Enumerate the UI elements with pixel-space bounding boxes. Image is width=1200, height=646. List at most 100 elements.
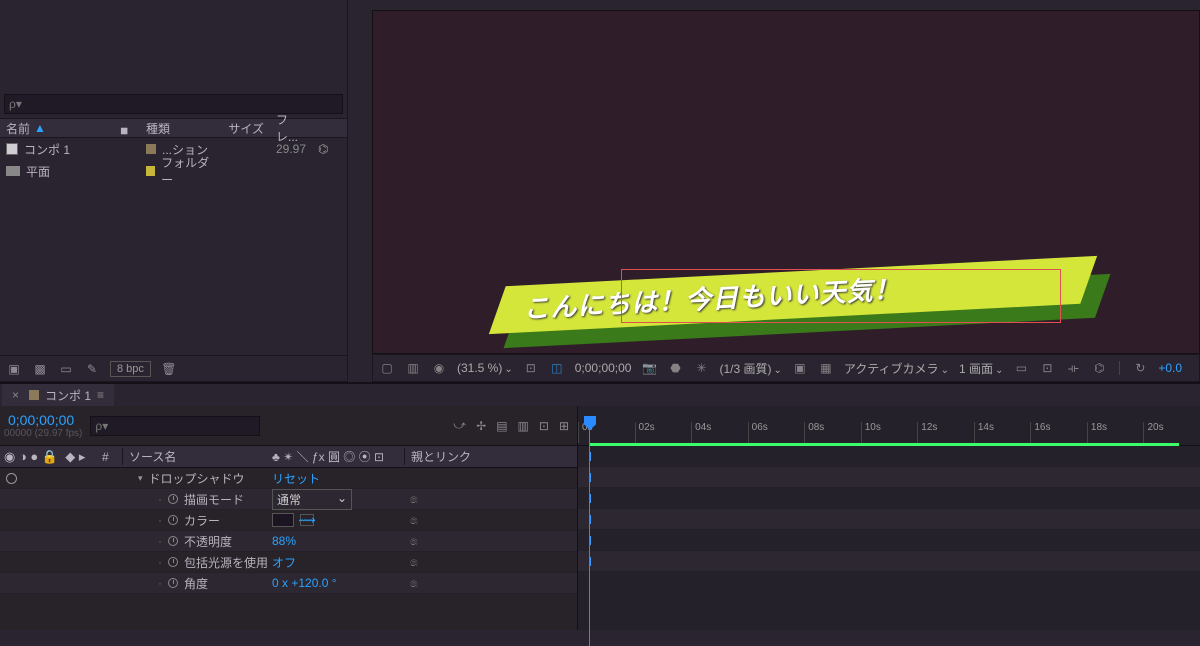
composition-preview[interactable]: こんにちは！今日もいい天気！	[372, 10, 1200, 354]
col-tag-header[interactable]: ◆	[115, 117, 136, 138]
link-icon[interactable]: ෧	[410, 576, 418, 591]
track-row[interactable]	[578, 446, 1200, 467]
property-row[interactable]: ·描画モード 通常⌄ ෧	[0, 489, 577, 510]
camera-dropdown[interactable]: アクティブカメラ	[844, 360, 949, 377]
timeline-icon[interactable]: ⟛	[1065, 361, 1081, 375]
project-row[interactable]: 平面 フォルダー	[0, 160, 347, 182]
project-footer: ▣ ▩ ▭ ✎ 8 bpc 🗑	[0, 355, 347, 381]
eyedropper-icon[interactable]: ⟿	[300, 514, 314, 526]
toggle-transparency-icon[interactable]: ▣	[792, 361, 808, 375]
quality-dropdown[interactable]: (1/3 画質)	[719, 360, 781, 377]
fast-preview-icon[interactable]: ⊡	[1039, 361, 1055, 375]
track-row[interactable]	[578, 488, 1200, 509]
pixel-aspect-icon[interactable]: ▭	[1013, 361, 1029, 375]
blend-mode-dropdown[interactable]: 通常⌄	[272, 489, 352, 510]
new-comp-icon[interactable]: ▩	[32, 362, 48, 376]
project-item-type: フォルダー	[161, 154, 216, 188]
grid-icon[interactable]: ▥	[405, 361, 421, 375]
work-area-bar[interactable]	[589, 443, 1179, 446]
playhead-icon[interactable]	[584, 416, 596, 430]
graph-editor-icon[interactable]: ⊡	[539, 419, 549, 433]
project-item-name: 平面	[26, 163, 50, 180]
property-value[interactable]: 0 x +120.0 °	[272, 576, 337, 590]
zoom-dropdown[interactable]: (31.5 %)	[457, 361, 513, 375]
snapshot-icon[interactable]: 📷	[641, 361, 657, 375]
property-row[interactable]: ·カラー ⟿ ෧	[0, 510, 577, 531]
track-row[interactable]	[578, 509, 1200, 530]
views-dropdown[interactable]: 1 画面	[959, 360, 1003, 377]
property-label: 包括光源を使用	[184, 554, 268, 571]
exposure-value[interactable]: +0.0	[1158, 361, 1182, 375]
project-settings-icon[interactable]: ✎	[84, 362, 100, 376]
flowchart-icon[interactable]: ⌬	[318, 142, 328, 156]
tick: 10s	[861, 422, 918, 443]
effect-name: ドロップシャドウ	[149, 470, 245, 487]
timeline-search-input[interactable]: ρ▾	[90, 416, 260, 436]
chevron-down-icon[interactable]: ▾	[138, 473, 143, 484]
timeline-tab[interactable]: × コンポ 1 ≡	[2, 384, 114, 407]
roi-icon[interactable]: ◫	[549, 361, 565, 375]
interpret-footage-icon[interactable]: ▣	[6, 362, 22, 376]
col-size-header[interactable]: サイズ	[228, 120, 264, 137]
stopwatch-icon[interactable]	[168, 515, 178, 525]
timeline-tracks[interactable]: 0s 02s 04s 06s 08s 10s 12s 14s 16s 18s 2…	[578, 406, 1200, 630]
resolution-icon[interactable]: ⊡	[523, 361, 539, 375]
track-row[interactable]	[578, 530, 1200, 551]
tick: 18s	[1087, 422, 1144, 443]
col-name-header[interactable]: 名前	[6, 120, 30, 137]
trash-icon[interactable]: 🗑	[161, 362, 177, 376]
col-type-header[interactable]: 種類	[146, 120, 216, 137]
project-columns-header[interactable]: 名前 ▲ ◆ 種類 サイズ フレ...	[0, 118, 347, 138]
draft3d-icon[interactable]: ✢	[476, 419, 486, 433]
stopwatch-icon[interactable]	[168, 578, 178, 588]
render-queue-icon[interactable]: ⊞	[559, 419, 569, 433]
stopwatch-icon[interactable]	[168, 536, 178, 546]
color-depth-button[interactable]: 8 bpc	[110, 361, 151, 377]
tick: 20s	[1143, 422, 1200, 443]
color-swatch[interactable]	[272, 513, 294, 527]
close-tab-icon[interactable]: ×	[12, 388, 19, 402]
tick: 12s	[917, 422, 974, 443]
3d-view-icon[interactable]: ▦	[818, 361, 834, 375]
new-folder-icon[interactable]: ▭	[58, 362, 74, 376]
link-icon[interactable]: ෧	[410, 513, 418, 528]
frame-blend-icon[interactable]: ▤	[496, 419, 507, 433]
link-icon[interactable]: ෧	[410, 555, 418, 570]
exposure-reset-icon[interactable]: ↻	[1132, 361, 1148, 375]
track-row[interactable]	[578, 467, 1200, 488]
color-mgmt-icon[interactable]: ✳	[693, 361, 709, 375]
visibility-toggle-icon[interactable]	[6, 473, 17, 484]
channel-icon[interactable]: ⬣	[667, 361, 683, 375]
source-name-header[interactable]: ソース名	[122, 448, 272, 465]
link-icon[interactable]: ෧	[410, 492, 418, 507]
effect-group-row[interactable]: ▾ ドロップシャドウ リセット	[0, 468, 577, 489]
property-label: カラー	[184, 512, 220, 529]
mask-icon[interactable]: ◉	[431, 361, 447, 375]
property-row[interactable]: ·不透明度 88% ෧	[0, 531, 577, 552]
playhead[interactable]	[584, 406, 596, 630]
magnify-icon[interactable]: ▢	[379, 361, 395, 375]
parent-link-header[interactable]: 親とリンク	[404, 448, 471, 465]
property-value[interactable]: オフ	[272, 554, 296, 571]
composition-icon	[6, 143, 18, 155]
flowchart-nav-icon[interactable]: ⌬	[1091, 361, 1107, 375]
layer-switches-header: ♣ ✴ ＼ ƒx 圓 ◎ ⦿ ⊡	[272, 448, 404, 465]
property-row[interactable]: ·包括光源を使用 オフ ෧	[0, 552, 577, 573]
stopwatch-icon[interactable]	[168, 557, 178, 567]
shy-toggle-icon[interactable]: ⤻	[453, 418, 466, 433]
tick: 04s	[691, 422, 748, 443]
motion-blur-icon[interactable]: ▥	[518, 419, 529, 433]
current-timecode[interactable]: 0;00;00;00	[8, 412, 82, 428]
property-value[interactable]: 88%	[272, 534, 296, 548]
preview-timecode[interactable]: 0;00;00;00	[575, 361, 632, 375]
link-icon[interactable]: ෧	[410, 534, 418, 549]
property-row[interactable]: ·角度 0 x +120.0 ° ෧	[0, 573, 577, 594]
tab-label-swatch	[29, 390, 39, 400]
reset-button[interactable]: リセット	[272, 470, 320, 487]
viewer-toolbar: ▢ ▥ ◉ (31.5 %) ⊡ ◫ 0;00;00;00 📷 ⬣ ✳ (1/3…	[372, 354, 1200, 382]
track-row[interactable]	[578, 551, 1200, 572]
timeline-panel: × コンポ 1 ≡ 0;00;00;00 00000 (29.97 fps) ρ…	[0, 382, 1200, 630]
stopwatch-icon[interactable]	[168, 494, 178, 504]
time-ruler[interactable]: 0s 02s 04s 06s 08s 10s 12s 14s 16s 18s 2…	[578, 406, 1200, 446]
tick: 16s	[1030, 422, 1087, 443]
